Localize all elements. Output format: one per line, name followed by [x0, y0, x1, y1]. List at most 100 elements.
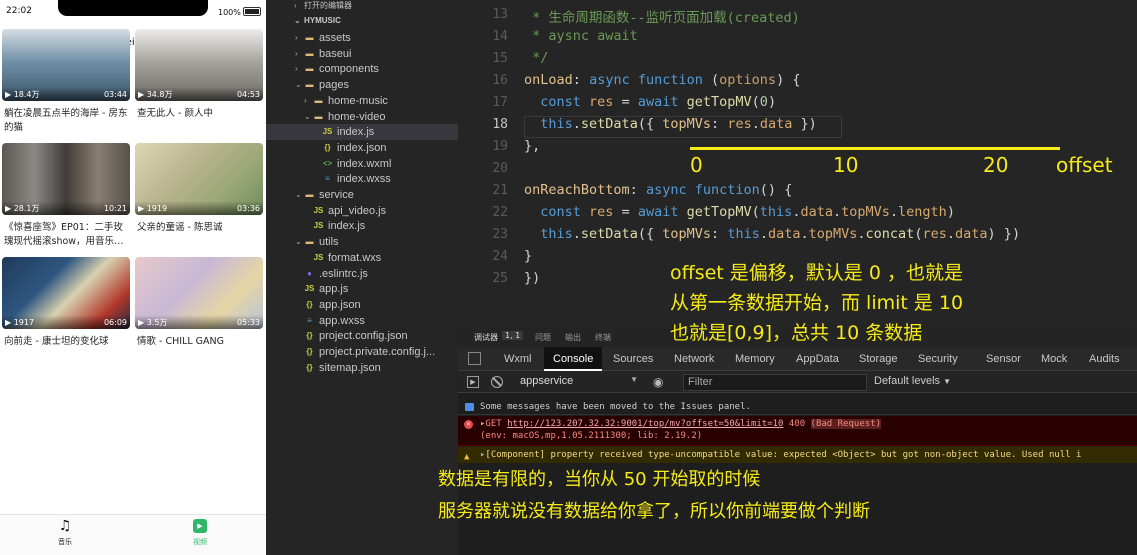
folder-icon: ▬: [305, 48, 314, 58]
tree-folder[interactable]: › ▬ home-music: [266, 93, 458, 109]
log-levels-select[interactable]: Default levels ▼: [874, 375, 951, 387]
video-title: 父亲的童谣 - 陈思诚: [137, 222, 223, 233]
tab-output[interactable]: 输出: [565, 332, 581, 343]
project-header[interactable]: ⌄ HYMUSIC: [266, 14, 458, 28]
video-duration: 03:36: [236, 203, 260, 213]
filter-input[interactable]: Filter: [683, 374, 867, 391]
tab-sources[interactable]: Sources: [613, 347, 653, 371]
tree-file[interactable]: JS api_video.js: [266, 203, 458, 219]
line-number: 19: [492, 139, 508, 154]
tree-folder[interactable]: ⌄ ▬ home-video: [266, 109, 458, 125]
tree-folder[interactable]: › ▬ baseui: [266, 46, 458, 62]
video-title: 躺在凌晨五点半的海岸 - 房东的猫: [4, 108, 128, 133]
note-line: offset 是偏移，默认是 0 ，也就是: [670, 262, 963, 284]
tree-folder[interactable]: ⌄ ▬ pages: [266, 77, 458, 93]
video-thumbnail[interactable]: ▶ 1917 06:09: [2, 257, 130, 329]
tree-item-label: baseui: [319, 47, 352, 60]
axis-offset-label: offset: [1056, 153, 1113, 177]
open-editors-header[interactable]: › 打开的编辑器: [266, 0, 458, 12]
video-thumbnail[interactable]: ▶ 28.1万 10:21: [2, 143, 130, 215]
tree-file[interactable]: {} project.private.config.j...: [266, 344, 458, 360]
tab-music[interactable]: ♫ 音乐: [35, 519, 95, 547]
console-error-message: × ▸GET http://123.207.32.32:9001/top/mv?…: [458, 416, 1137, 446]
video-duration: 03:44: [103, 89, 127, 99]
current-line-highlight: [524, 116, 842, 138]
error-request-url[interactable]: http://123.207.32.32:9001/top/mv?offset=…: [507, 419, 783, 429]
code-line[interactable]: * 生命周期函数--监听页面加载(created): [524, 6, 800, 26]
folder-icon: ▬: [314, 111, 323, 121]
video-title: 向前走 - 康士坦的变化球: [4, 336, 109, 347]
tree-folder[interactable]: › ▬ components: [266, 61, 458, 77]
tab-video[interactable]: ▶ 视频: [170, 519, 230, 547]
tree-folder[interactable]: › ▬ assets: [266, 30, 458, 46]
folder-icon: ▬: [314, 95, 323, 105]
battery-icon: [243, 7, 261, 16]
video-thumbnail[interactable]: ▶ 1919 03:36: [135, 143, 263, 215]
file-icon: {}: [306, 299, 313, 309]
tree-file[interactable]: ≡ index.wxss: [266, 171, 458, 187]
inspect-element-icon[interactable]: [468, 352, 481, 365]
chevron-down-icon: ⌄: [294, 16, 301, 25]
tab-wxml[interactable]: Wxml: [504, 347, 532, 371]
tree-file[interactable]: JS app.js: [266, 281, 458, 297]
line-number: 24: [492, 249, 508, 264]
tree-file[interactable]: {} index.json: [266, 140, 458, 156]
video-thumbnail[interactable]: ▶ 18.4万 03:44: [2, 29, 130, 101]
tree-file[interactable]: ≡ app.wxss: [266, 313, 458, 329]
tab-security[interactable]: Security: [918, 347, 958, 371]
tab-storage[interactable]: Storage: [859, 347, 898, 371]
tab-appdata[interactable]: AppData: [796, 347, 839, 371]
tree-item-label: assets: [319, 32, 351, 44]
line-number: 25: [492, 271, 508, 286]
context-select[interactable]: appservice ▼: [520, 375, 638, 390]
tab-video-label: 视频: [193, 538, 207, 546]
tree-item-label: utils: [319, 236, 339, 249]
tree-file[interactable]: JS index.js: [266, 124, 458, 141]
play-count: ▶ 18.4万: [5, 89, 40, 99]
eye-icon[interactable]: ◉: [653, 375, 663, 389]
tree-file[interactable]: ● .eslintrc.js: [266, 266, 458, 282]
tab-console[interactable]: Console: [544, 347, 603, 371]
video-thumbnail[interactable]: ▶ 3.5万 05:33: [135, 257, 263, 329]
tree-file[interactable]: <> index.wxml: [266, 156, 458, 172]
tree-item-label: index.js: [337, 126, 375, 139]
tab-audits[interactable]: Audits: [1089, 347, 1120, 371]
folder-icon: ▬: [305, 190, 314, 199]
dropdown-arrow-icon: ▼: [943, 377, 952, 386]
tab-network[interactable]: Network: [674, 347, 714, 371]
code-line[interactable]: }): [524, 270, 540, 286]
code-line[interactable]: onReachBottom: async function() {: [524, 182, 792, 198]
code-line[interactable]: const res = await getTopMV(this.data.top…: [524, 204, 955, 220]
code-line[interactable]: * aysnc await: [524, 28, 638, 44]
code-line[interactable]: onLoad: async function (options) {: [524, 72, 800, 88]
tree-folder[interactable]: ⌄ ▬ service: [266, 187, 458, 203]
file-icon: <>: [322, 158, 333, 168]
tab-mock[interactable]: Mock: [1041, 347, 1067, 371]
clear-console-icon[interactable]: [491, 376, 503, 388]
sidebar-toggle-icon[interactable]: ▶: [467, 376, 479, 388]
tab-sensor[interactable]: Sensor: [986, 347, 1021, 371]
video-thumbnail[interactable]: ▶ 34.8万 04:53: [135, 29, 263, 101]
code-line[interactable]: const res = await getTopMV(0): [524, 94, 776, 110]
tree-file[interactable]: JS format.wxs: [266, 250, 458, 266]
code-line[interactable]: },: [524, 138, 540, 154]
tree-item-label: format.wxs: [328, 251, 382, 264]
folder-icon: ▬: [305, 64, 314, 74]
status-time: 22:02: [6, 6, 32, 16]
tab-issues[interactable]: 问题: [535, 332, 551, 343]
tab-debugger[interactable]: 调试器: [474, 332, 498, 343]
tree-file[interactable]: {} project.config.json: [266, 328, 458, 344]
tab-terminal[interactable]: 终端: [595, 332, 611, 343]
code-line[interactable]: }: [524, 248, 532, 264]
line-number: 21: [492, 183, 508, 198]
tab-memory[interactable]: Memory: [735, 347, 775, 371]
tree-file[interactable]: {} app.json: [266, 297, 458, 313]
tree-item-label: .eslintrc.js: [319, 267, 368, 280]
code-line[interactable]: */: [524, 50, 548, 66]
tree-folder[interactable]: ⌄ ▬ utils: [266, 234, 458, 250]
tree-file[interactable]: JS index.js: [266, 218, 458, 234]
bad-request-label: (Bad Request): [810, 419, 881, 429]
code-line[interactable]: this.setData({ topMVs: this.data.topMVs.…: [524, 226, 1020, 242]
file-icon: {}: [306, 331, 313, 341]
tree-file[interactable]: {} sitemap.json: [266, 360, 458, 376]
